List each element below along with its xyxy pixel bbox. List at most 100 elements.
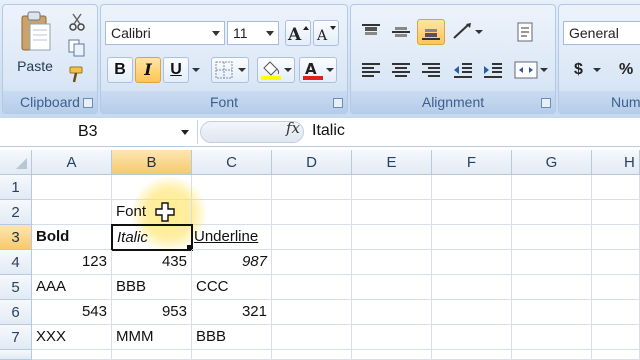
cell-b4[interactable]: 435	[112, 250, 192, 275]
grid-cell[interactable]	[272, 250, 352, 275]
cell-b6[interactable]: 953	[112, 300, 192, 325]
decrease-indent-button[interactable]	[449, 57, 477, 83]
grid-cell[interactable]	[272, 225, 352, 250]
grid-cell[interactable]	[352, 175, 432, 200]
grid-cell[interactable]	[512, 175, 592, 200]
column-header-g[interactable]: G	[512, 150, 592, 175]
font-size-dropdown[interactable]: 11	[227, 21, 279, 45]
column-header-e[interactable]: E	[352, 150, 432, 175]
grid-cell[interactable]	[432, 225, 512, 250]
insert-function-icon[interactable]: fx	[286, 119, 300, 137]
grid-cell[interactable]	[512, 300, 592, 325]
grid-cell[interactable]	[512, 275, 592, 300]
cell-c3[interactable]: Underline	[192, 225, 272, 250]
cell-c6[interactable]: 321	[192, 300, 272, 325]
currency-button[interactable]: $	[567, 57, 605, 83]
grid-cell[interactable]	[352, 225, 432, 250]
grid-cell[interactable]	[592, 350, 640, 360]
grid-cell[interactable]	[592, 250, 640, 275]
wrap-text-button[interactable]	[511, 19, 541, 45]
grid-cell[interactable]	[352, 275, 432, 300]
grid-cell[interactable]	[512, 200, 592, 225]
grow-font-button[interactable]: A	[285, 20, 311, 46]
formula-input[interactable]: Italic	[312, 122, 345, 140]
grid-cell[interactable]	[432, 250, 512, 275]
cut-button[interactable]	[65, 11, 89, 33]
row-header-7[interactable]: 7	[0, 325, 32, 350]
row-header-4[interactable]: 4	[0, 250, 32, 275]
cell-b7[interactable]: MMM	[112, 325, 192, 350]
grid-cell[interactable]	[592, 300, 640, 325]
italic-button[interactable]: I	[135, 57, 161, 83]
name-box[interactable]: B3	[0, 120, 198, 144]
grid-cell[interactable]	[192, 350, 272, 360]
clipboard-dialog-launcher[interactable]	[83, 98, 93, 108]
grid-cell[interactable]	[352, 250, 432, 275]
font-name-dropdown[interactable]: Calibri	[105, 21, 225, 45]
grid-cell[interactable]	[432, 300, 512, 325]
grid-cell[interactable]	[272, 300, 352, 325]
grid-cell[interactable]	[192, 175, 272, 200]
grid-cell[interactable]	[512, 225, 592, 250]
alignment-dialog-launcher[interactable]	[541, 98, 551, 108]
shrink-font-button[interactable]: A	[313, 20, 339, 46]
grid-cell[interactable]	[32, 350, 112, 360]
column-header-d[interactable]: D	[272, 150, 352, 175]
cell-b5[interactable]: BBB	[112, 275, 192, 300]
align-bottom-button[interactable]	[417, 19, 445, 45]
row-header-5[interactable]: 5	[0, 275, 32, 300]
underline-button[interactable]: U	[163, 57, 189, 83]
column-header-h[interactable]: H	[592, 150, 640, 175]
percent-button[interactable]: %	[611, 57, 639, 83]
grid-cell[interactable]	[592, 175, 640, 200]
cell-b2[interactable]: Font	[112, 200, 192, 225]
grid-cell[interactable]	[112, 350, 192, 360]
align-left-button[interactable]	[357, 57, 385, 83]
font-color-button[interactable]: A	[299, 57, 337, 83]
grid-cell[interactable]	[272, 175, 352, 200]
cell-a3[interactable]: Bold	[32, 225, 112, 250]
row-header-3[interactable]: 3	[0, 225, 32, 250]
copy-button[interactable]	[65, 37, 89, 59]
cell-a6[interactable]: 543	[32, 300, 112, 325]
cell-a7[interactable]: XXX	[32, 325, 112, 350]
grid-cell[interactable]	[512, 350, 592, 360]
underline-options-button[interactable]	[190, 61, 202, 79]
grid-cell[interactable]	[352, 350, 432, 360]
align-middle-button[interactable]	[387, 19, 415, 45]
paste-button[interactable]: Paste	[9, 9, 59, 79]
cell-c5[interactable]: CCC	[192, 275, 272, 300]
grid-cell[interactable]	[352, 325, 432, 350]
grid-cell[interactable]	[592, 200, 640, 225]
grid-cell[interactable]	[592, 325, 640, 350]
row-header-2[interactable]: 2	[0, 200, 32, 225]
cell-a5[interactable]: AAA	[32, 275, 112, 300]
grid-cell[interactable]	[352, 200, 432, 225]
row-header-6[interactable]: 6	[0, 300, 32, 325]
align-center-button[interactable]	[387, 57, 415, 83]
orientation-button[interactable]	[449, 19, 485, 45]
grid-cell[interactable]	[272, 350, 352, 360]
grid-cell[interactable]	[32, 175, 112, 200]
column-header-a[interactable]: A	[32, 150, 112, 175]
row-header-1[interactable]: 1	[0, 175, 32, 200]
grid-cell[interactable]	[352, 300, 432, 325]
grid-cell[interactable]	[432, 350, 512, 360]
grid-cell[interactable]	[592, 225, 640, 250]
grid-cell[interactable]	[432, 275, 512, 300]
grid-cell[interactable]	[272, 325, 352, 350]
grid-cell[interactable]	[512, 250, 592, 275]
align-right-button[interactable]	[417, 57, 445, 83]
number-format-dropdown[interactable]: General	[563, 21, 640, 45]
cell-c4[interactable]: 987	[192, 250, 272, 275]
borders-button[interactable]	[211, 57, 249, 83]
column-header-b[interactable]: B	[112, 150, 192, 175]
cell-b3[interactable]: Italic	[111, 224, 193, 251]
increase-indent-button[interactable]	[479, 57, 507, 83]
column-header-c[interactable]: C	[192, 150, 272, 175]
merge-center-button[interactable]	[511, 57, 551, 83]
align-top-button[interactable]	[357, 19, 385, 45]
grid-cell[interactable]	[32, 200, 112, 225]
row-header-8[interactable]	[0, 350, 32, 360]
fill-color-button[interactable]	[257, 57, 295, 83]
